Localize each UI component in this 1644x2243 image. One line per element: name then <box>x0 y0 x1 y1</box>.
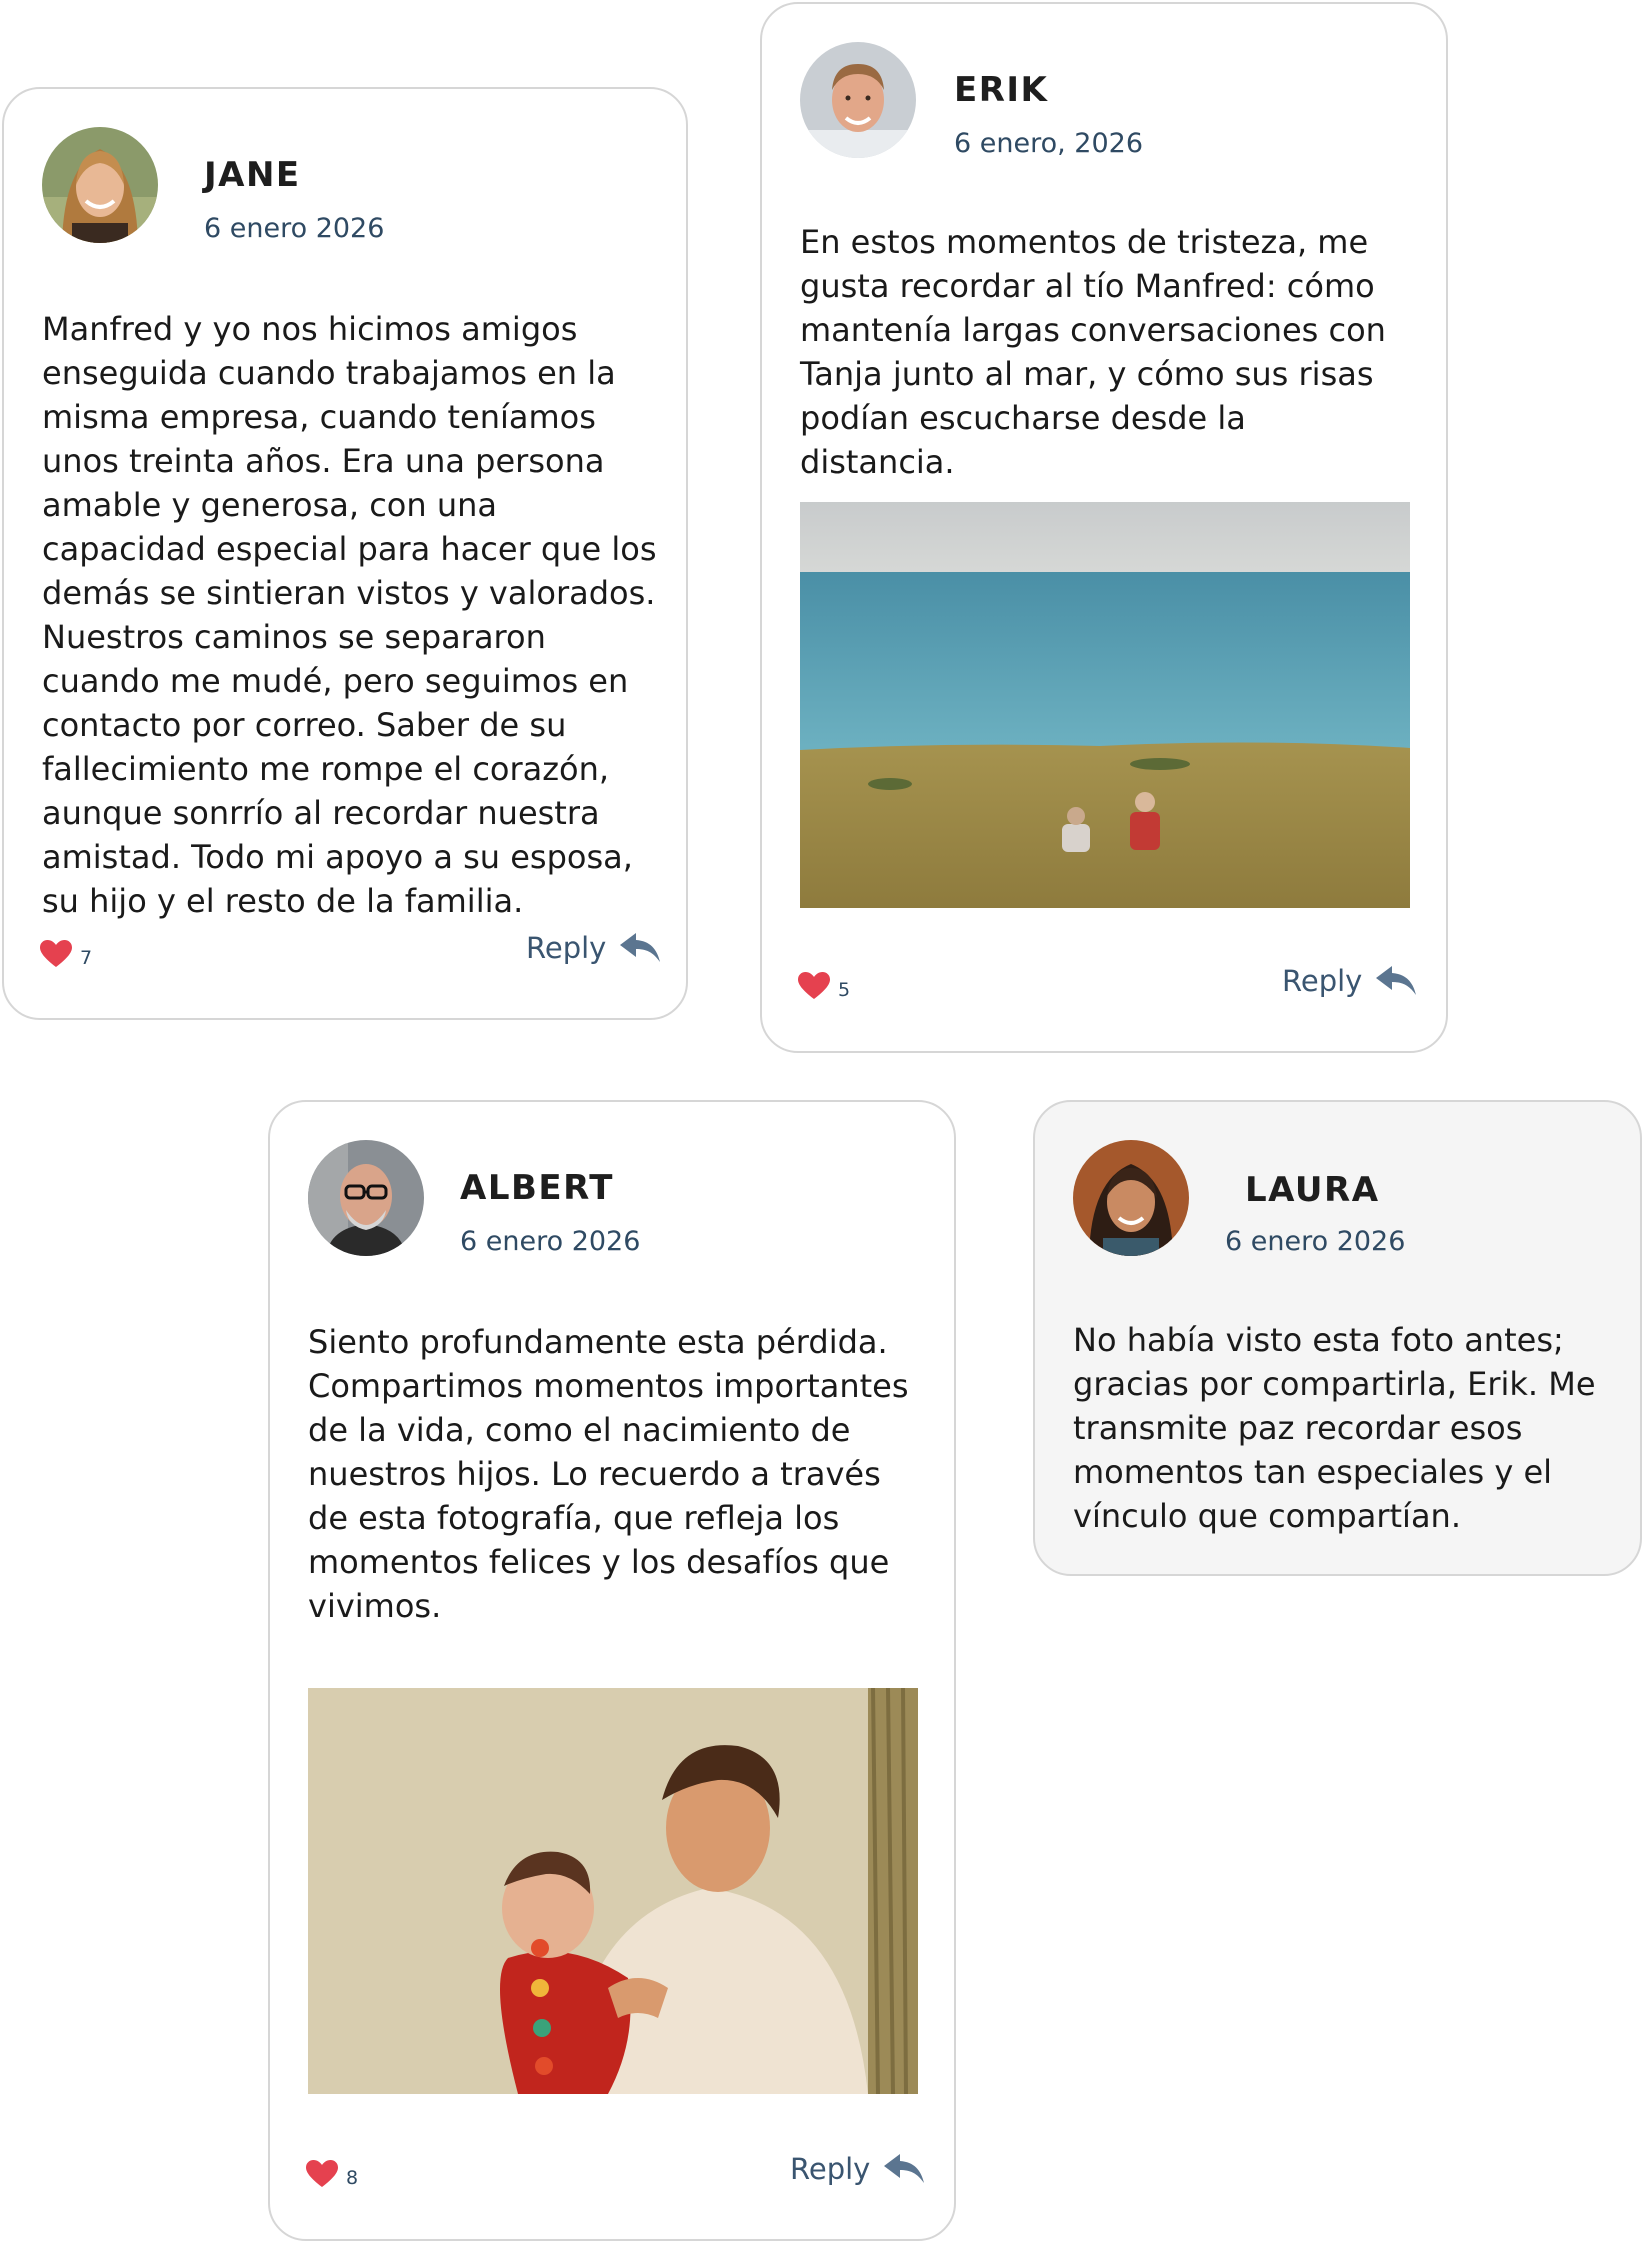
reply-arrow-icon <box>1376 966 1417 995</box>
reply-label: Reply <box>790 2152 871 2186</box>
avatar-albert[interactable] <box>308 1140 424 1256</box>
comment-text: Manfred y yo nos hicimos amigos enseguid… <box>42 310 657 920</box>
author-name: JANE <box>204 155 301 195</box>
avatar-erik-icon <box>800 42 916 158</box>
comment-date: 6 enero 2026 <box>460 1226 641 1257</box>
reply-arrow-icon <box>620 933 661 962</box>
comment-date: 6 enero 2026 <box>1225 1226 1406 1257</box>
comment-text: Siento profundamente esta pérdida. Compa… <box>308 1323 909 1625</box>
like-count: 8 <box>346 2167 359 2189</box>
like-button[interactable]: 7 <box>40 940 92 968</box>
comment-date: 6 enero, 2026 <box>954 128 1143 159</box>
comment-text: No había visto esta foto antes; gracias … <box>1073 1321 1596 1535</box>
avatar-erik[interactable] <box>800 42 916 158</box>
author-name: ERIK <box>954 70 1049 110</box>
avatar-albert-icon <box>308 1140 424 1256</box>
reply-label: Reply <box>1282 964 1363 998</box>
comment-card-jane: JANE 6 enero 2026 Manfred y yo nos hicim… <box>2 87 688 1020</box>
like-button[interactable]: 5 <box>798 972 850 1000</box>
reply-button[interactable]: Reply <box>1282 964 1417 998</box>
father-baby-photo[interactable] <box>308 1688 918 2094</box>
avatar-jane-icon <box>42 127 158 243</box>
comments-canvas: JANE 6 enero 2026 Manfred y yo nos hicim… <box>0 0 1644 2243</box>
comment-text: En estos momentos de tristeza, me gusta … <box>800 223 1386 481</box>
heart-icon <box>306 2160 338 2187</box>
comment-card-albert: ALBERT 6 enero 2026 Siento profundamente… <box>268 1100 956 2241</box>
avatar-laura-icon <box>1073 1140 1189 1256</box>
comment-card-erik: ERIK 6 enero, 2026 En estos momentos de … <box>760 2 1448 1053</box>
like-count: 7 <box>80 947 93 969</box>
author-name: ALBERT <box>460 1168 614 1208</box>
comment-card-laura: LAURA 6 enero 2026 No había visto esta f… <box>1033 1100 1642 1576</box>
reply-button[interactable]: Reply <box>790 2152 925 2186</box>
like-button[interactable]: 8 <box>306 2160 358 2188</box>
like-count: 5 <box>838 979 851 1001</box>
reply-arrow-icon <box>884 2154 925 2183</box>
comment-date: 6 enero 2026 <box>204 213 385 244</box>
seaside-photo[interactable] <box>800 502 1410 908</box>
seaside-photo-image <box>800 502 1410 908</box>
author-name: LAURA <box>1245 1170 1380 1210</box>
father-baby-photo-image <box>308 1688 918 2094</box>
heart-icon <box>40 940 72 967</box>
heart-icon <box>798 972 830 999</box>
avatar-laura[interactable] <box>1073 1140 1189 1256</box>
reply-button[interactable]: Reply <box>526 931 661 965</box>
avatar-jane[interactable] <box>42 127 158 243</box>
reply-label: Reply <box>526 931 607 965</box>
